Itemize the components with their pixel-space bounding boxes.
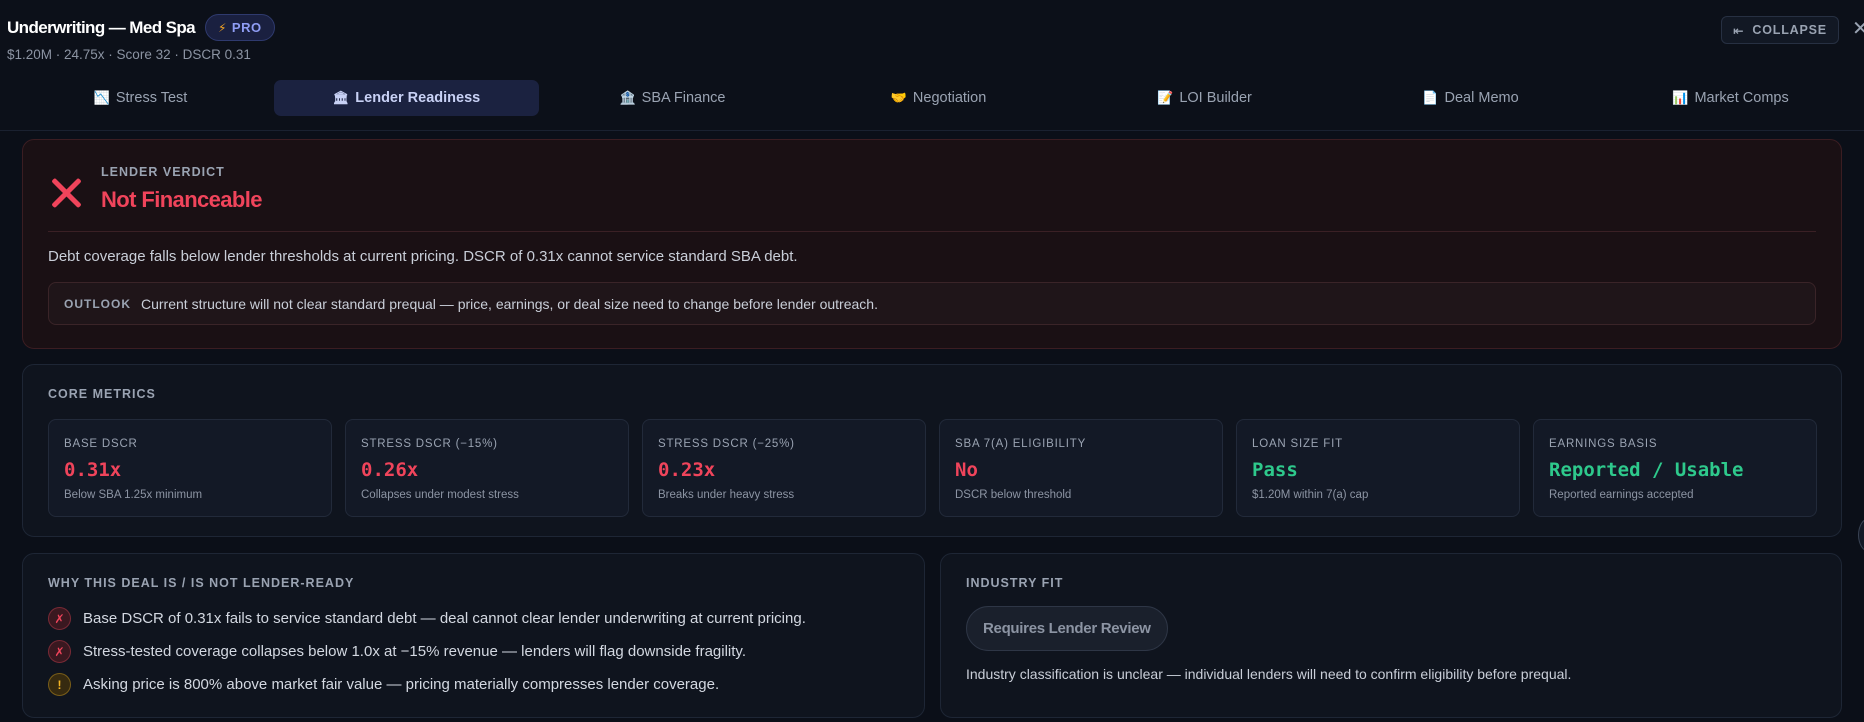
reason-text: Stress-tested coverage collapses below 1… (83, 643, 746, 660)
pro-badge: ⚡ PRO (204, 14, 275, 41)
scroll-handle[interactable] (1858, 518, 1864, 552)
tab-sba-finance[interactable]: 🏦 SBA Finance (540, 80, 805, 116)
reason-item: ✗ Stress-tested coverage collapses below… (48, 640, 746, 663)
close-icon[interactable]: ✕ (1852, 19, 1864, 39)
metric-value: 0.26x (361, 459, 419, 481)
reason-item: ✗ Base DSCR of 0.31x fails to service st… (48, 607, 806, 630)
tab-deal-memo[interactable]: 📄 Deal Memo (1338, 80, 1603, 116)
tab-loi-builder[interactable]: 📝 LOI Builder (1072, 80, 1337, 116)
metric-note: DSCR below threshold (955, 489, 1072, 501)
metric-note: Collapses under modest stress (361, 489, 519, 501)
handshake-icon: 🤝 (890, 90, 907, 105)
tab-negotiation[interactable]: 🤝 Negotiation (806, 80, 1071, 116)
metric-note: $1.20M within 7(a) cap (1252, 489, 1369, 501)
bar-chart-icon: 📊 (1672, 90, 1689, 105)
reason-text: Asking price is 800% above market fair v… (83, 676, 720, 693)
document-icon: 📄 (1422, 90, 1439, 105)
verdict-label: LENDER VERDICT (101, 165, 225, 179)
metric-value: No (955, 459, 978, 481)
metric-label: LOAN SIZE FIT (1252, 438, 1343, 450)
industry-fit-card: INDUSTRY FIT Requires Lender Review Indu… (940, 553, 1842, 718)
industry-description: Industry classification is unclear — ind… (966, 666, 1572, 682)
section-heading: INDUSTRY FIT (966, 576, 1064, 590)
tab-label: LOI Builder (1179, 90, 1252, 106)
header: Underwriting — Med Spa ⚡ PRO $1.20M · 24… (0, 0, 1864, 131)
metric-label: BASE DSCR (64, 438, 138, 450)
deal-summary: $1.20M · 24.75x · Score 32 · DSCR 0.31 (7, 47, 251, 62)
lightning-icon: ⚡ (217, 20, 227, 35)
metric-label: EARNINGS BASIS (1549, 438, 1658, 450)
verdict-description: Debt coverage falls below lender thresho… (48, 248, 798, 265)
tab-lender-readiness[interactable]: 🏛 Lender Readiness (274, 80, 539, 116)
metric-value: 0.31x (64, 459, 122, 481)
reason-text: Base DSCR of 0.31x fails to service stan… (83, 610, 806, 627)
metric-card-base-dscr: BASE DSCR 0.31x Below SBA 1.25x minimum (48, 419, 332, 517)
fail-x-icon: ✗ (48, 640, 71, 663)
metric-label: SBA 7(A) ELIGIBILITY (955, 438, 1087, 450)
collapse-button[interactable]: ⇤ COLLAPSE (1721, 16, 1839, 44)
lender-verdict-card: LENDER VERDICT Not Financeable Debt cove… (22, 139, 1842, 349)
outlook-text: Current structure will not clear standar… (141, 296, 878, 312)
memo-icon: 📝 (1157, 90, 1174, 105)
metric-note: Reported earnings accepted (1549, 489, 1694, 501)
metric-label: STRESS DSCR (−25%) (658, 438, 795, 450)
outlook-box: OUTLOOK Current structure will not clear… (48, 282, 1816, 325)
fail-x-icon: ✗ (48, 607, 71, 630)
metric-card-stress-dscr-25: STRESS DSCR (−25%) 0.23x Breaks under he… (642, 419, 926, 517)
industry-status-badge: Requires Lender Review (966, 606, 1168, 651)
lender-readiness-reasons-card: WHY THIS DEAL IS / IS NOT LENDER-READY ✗… (22, 553, 925, 718)
chart-down-icon: 📉 (93, 90, 110, 105)
metrics-grid: BASE DSCR 0.31x Below SBA 1.25x minimum … (48, 419, 1817, 517)
tab-bar: 📉 Stress Test 🏛 Lender Readiness 🏦 SBA F… (8, 80, 1864, 116)
metric-value: Reported / Usable (1549, 459, 1744, 481)
section-heading: WHY THIS DEAL IS / IS NOT LENDER-READY (48, 576, 355, 590)
tab-label: Market Comps (1694, 90, 1789, 106)
metric-card-earnings-basis: EARNINGS BASIS Reported / Usable Reporte… (1533, 419, 1817, 517)
metric-note: Below SBA 1.25x minimum (64, 489, 203, 501)
warning-icon: ! (48, 673, 71, 696)
core-metrics-card: CORE METRICS BASE DSCR 0.31x Below SBA 1… (22, 364, 1842, 537)
section-heading: CORE METRICS (48, 387, 156, 401)
metric-note: Breaks under heavy stress (658, 489, 795, 501)
collapse-label: COLLAPSE (1752, 23, 1827, 37)
tab-stress-test[interactable]: 📉 Stress Test (8, 80, 273, 116)
metric-value: Pass (1252, 459, 1298, 481)
reason-item: ! Asking price is 800% above market fair… (48, 673, 719, 696)
collapse-arrow-icon: ⇤ (1733, 23, 1745, 38)
title-row: Underwriting — Med Spa ⚡ PRO (7, 14, 275, 41)
page-title: Underwriting — Med Spa (7, 17, 196, 37)
metric-value: 0.23x (658, 459, 716, 481)
tab-label: Negotiation (912, 90, 987, 106)
outlook-label: OUTLOOK (64, 297, 131, 311)
metric-card-sba-eligibility: SBA 7(A) ELIGIBILITY No DSCR below thres… (939, 419, 1223, 517)
divider (48, 231, 1816, 232)
tab-label: SBA Finance (641, 90, 726, 106)
tab-label: Deal Memo (1444, 90, 1519, 106)
fail-x-icon (49, 176, 83, 210)
tab-label: Stress Test (115, 90, 188, 106)
tab-market-comps[interactable]: 📊 Market Comps (1598, 80, 1863, 116)
tab-label: Lender Readiness (355, 90, 481, 106)
pro-badge-label: PRO (231, 20, 262, 35)
bank-building-icon: 🏦 (619, 90, 636, 105)
bank-icon: 🏛 (332, 90, 350, 105)
metric-label: STRESS DSCR (−15%) (361, 438, 498, 450)
verdict-status: Not Financeable (101, 187, 263, 212)
metric-card-loan-size-fit: LOAN SIZE FIT Pass $1.20M within 7(a) ca… (1236, 419, 1520, 517)
metric-card-stress-dscr-15: STRESS DSCR (−15%) 0.26x Collapses under… (345, 419, 629, 517)
